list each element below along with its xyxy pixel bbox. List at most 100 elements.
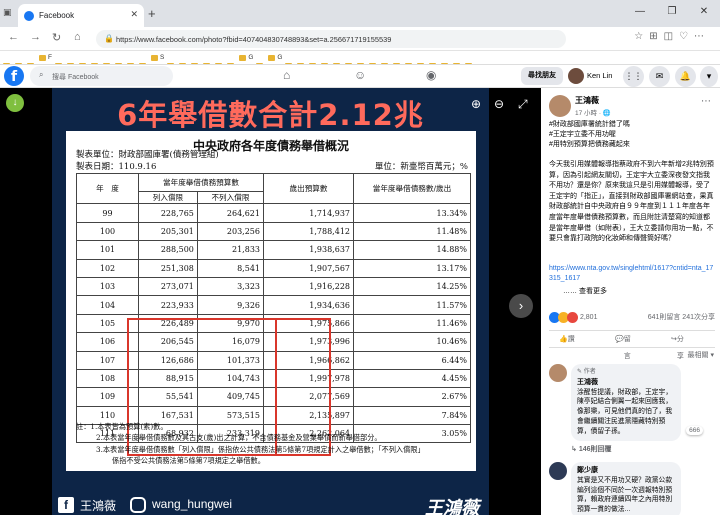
table-row: 102 251,308 8,541 1,907,567 13.17% (76, 258, 471, 278)
photo-image: 6年舉借數合計2.12兆 中央政府各年度債務舉借概況 製表單位：財政部國庫署(債… (52, 88, 489, 518)
bookmark-item[interactable]: F (39, 51, 52, 64)
tab-close-icon[interactable]: ✕ (130, 9, 138, 20)
more-options-icon[interactable]: ⋯ (701, 96, 711, 107)
unit-org: 製表單位：財政部國庫署(債務管理組) (76, 150, 219, 160)
commenter-name[interactable]: 王鴻薇 (577, 378, 675, 388)
cell-expenditure: 1,907,567 (263, 258, 354, 278)
cell-year: 101 (76, 240, 139, 260)
zoom-out-icon[interactable]: ⊖ (494, 97, 504, 111)
cell-expenditure: 1,938,637 (263, 240, 354, 260)
hashtag[interactable]: #用特別預算把債務藏起來 (549, 140, 715, 150)
cell-ratio: 10.46% (353, 332, 471, 352)
col-not-listed: 不列入償限 (196, 191, 265, 205)
forward-icon[interactable]: → (30, 31, 41, 43)
url-field[interactable]: 🔒 https://www.facebook.com/photo?fbid=40… (96, 30, 566, 48)
photo-footer: f 王鴻薇 wang_hungwei 王鴻薇 (52, 494, 489, 518)
folder-icon (39, 55, 46, 61)
commenter-avatar[interactable] (549, 364, 567, 382)
browser-toolbar-icons[interactable]: ☆⊞◫♡⋯ (634, 31, 710, 42)
download-icon[interactable]: ↓ (6, 94, 24, 112)
address-bar-row: ← → ↻ ⌂ 🔒 https://www.facebook.com/photo… (0, 27, 720, 51)
comment-sort-dropdown[interactable]: 最相關 ▾ (688, 350, 714, 360)
instagram-icon (130, 497, 146, 513)
home-nav-icon[interactable]: ⌂ (283, 68, 290, 82)
col-expenditure: 歲出預算數 (263, 172, 354, 205)
comment-button[interactable]: 💬 留言 (615, 331, 631, 360)
note-line: 3.本表當年度舉借債務數「列入償限」係指依公共債務法第5條第7項規定計入之舉借數… (96, 444, 425, 454)
cell-ratio: 6.44% (353, 350, 471, 370)
reload-icon[interactable]: ↻ (52, 31, 61, 44)
cell-not-listed: 203,256 (196, 221, 265, 242)
comment-text: 涂醒哲提議，財政部，王定宇，陳亭妃結合側翼一起來回應我，像那樂，可見他們真的怕了… (577, 388, 673, 435)
share-button[interactable]: ↪ 分享 (671, 331, 684, 360)
share-label: 分享 (676, 336, 684, 360)
reactions-row: 2,801 641則留言 241次分享 (549, 310, 715, 326)
account-menu-icon[interactable]: ▾ (700, 66, 718, 87)
like-button[interactable]: 👍 讚 (559, 331, 575, 348)
post-stats[interactable]: 641則留言 241次分享 (648, 310, 715, 326)
messenger-icon[interactable]: ✉ (649, 66, 670, 87)
bookmark-item[interactable]: G (268, 51, 282, 64)
cell-listed: 223,933 (138, 295, 198, 315)
bookmark-label: G (248, 54, 254, 61)
reaction-count[interactable]: 2,801 (580, 314, 598, 321)
browser-tab-bar: ▣ Facebook ✕ + — ❐ ✕ (0, 0, 720, 27)
cell-ratio: 11.48% (353, 221, 471, 242)
unit-label: 單位：新臺幣百萬元；% (374, 162, 468, 172)
cell-listed: 288,500 (138, 240, 198, 260)
cell-ratio: 13.34% (353, 203, 471, 223)
post-time[interactable]: 17 小時 · 🌐 (575, 107, 611, 117)
cell-ratio: 14.88% (353, 240, 471, 260)
cell-listed: 273,071 (138, 276, 198, 297)
fullscreen-icon[interactable]: ⤢ (518, 97, 528, 112)
post-link[interactable]: https://www.nta.gov.tw/singlehtml/1617?c… (549, 264, 715, 284)
comment-reaction-count[interactable]: 666 (686, 426, 703, 435)
lock-icon: 🔒 (104, 34, 114, 43)
cell-ratio: 4.45% (353, 368, 471, 389)
cell-year: 102 (76, 258, 139, 278)
cell-year: 104 (76, 295, 139, 315)
comment-bubble: ✎ 作者 王鴻薇 涂醒哲提議，財政部，王定宇，陳亭妃結合側翼一起來回應我，像那樂… (571, 364, 681, 441)
post-hashtags: #財政部國庫署統計錯了嗎 #王定宇立委不用功喔 #用特別預算把債務藏起來 (549, 120, 715, 150)
view-replies-link[interactable]: ↳ 146則回覆 (571, 444, 612, 454)
cell-not-listed: 9,326 (196, 295, 265, 315)
new-tab-button[interactable]: + (148, 6, 156, 21)
groups-nav-icon[interactable]: ◉ (426, 68, 436, 82)
facebook-logo[interactable]: f (4, 66, 24, 86)
zoom-in-icon[interactable]: ⊕ (471, 97, 481, 111)
maximize-button[interactable]: ❐ (656, 0, 688, 24)
commenter-name[interactable]: 鄭少康 (577, 466, 675, 476)
url-text: https://www.facebook.com/photo?fbid=4074… (116, 35, 392, 44)
facebook-square-icon: f (58, 497, 74, 513)
table-row: 104 223,933 9,326 1,934,636 11.57% (76, 295, 471, 315)
tab-facebook[interactable]: Facebook ✕ (18, 4, 144, 27)
author-avatar[interactable] (549, 95, 571, 117)
menu-icon[interactable]: ⋮⋮ (623, 66, 644, 87)
tab-actions-icon[interactable]: ▣ (3, 7, 12, 18)
col-group: 當年度舉借債務預算數 (138, 172, 264, 193)
post-author[interactable]: 王鴻薇 (575, 95, 599, 106)
minimize-button[interactable]: — (624, 0, 656, 24)
cell-ratio: 11.57% (353, 295, 471, 315)
cell-not-listed: 21,833 (196, 240, 265, 260)
next-photo-button[interactable]: › (509, 294, 533, 318)
facebook-search-input[interactable]: ⌕ 搜尋 Facebook (30, 66, 173, 86)
footer-signature: 王鴻薇 (425, 498, 479, 518)
facebook-favicon-icon (24, 11, 34, 21)
profile-button[interactable]: Ken Lin (568, 67, 612, 85)
cell-listed: 205,301 (138, 221, 198, 242)
bookmark-item[interactable]: G (239, 51, 254, 64)
hashtag[interactable]: #王定宇立委不用功喔 (549, 130, 715, 140)
cell-not-listed: 3,323 (196, 276, 265, 297)
bookmark-item[interactable]: S (150, 51, 165, 64)
home-icon[interactable]: ⌂ (74, 31, 81, 43)
hashtag[interactable]: #財政部國庫署統計錯了嗎 (549, 120, 715, 130)
see-more-link[interactable]: …… 查看更多 (563, 286, 607, 296)
find-friends-button[interactable]: 尋找朋友 (521, 67, 563, 85)
friends-nav-icon[interactable]: ☺ (354, 68, 366, 82)
commenter-avatar[interactable] (549, 462, 567, 480)
back-icon[interactable]: ← (8, 31, 19, 43)
bookmark-label: S (159, 54, 165, 61)
notifications-icon[interactable]: 🔔 (675, 66, 696, 87)
close-window-button[interactable]: ✕ (688, 0, 720, 24)
